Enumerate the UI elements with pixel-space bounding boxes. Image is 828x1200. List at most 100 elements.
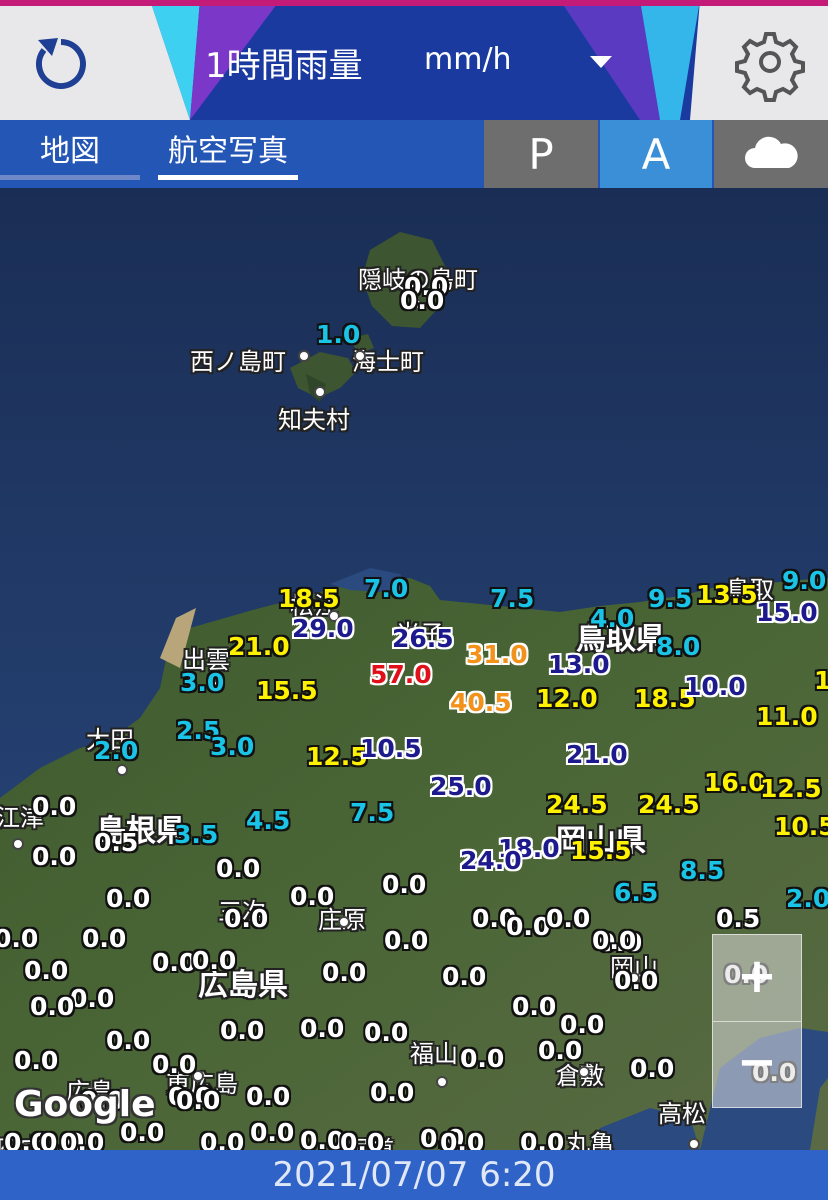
rainfall-value[interactable]: 3.5 xyxy=(174,820,218,849)
rainfall-value[interactable]: 11.5 xyxy=(814,666,828,695)
rainfall-value[interactable]: 9.0 xyxy=(782,566,826,595)
rainfall-value[interactable]: 26.5 xyxy=(392,624,454,653)
rainfall-value[interactable]: 0.0 xyxy=(300,1126,344,1150)
rainfall-value[interactable]: 0.5 xyxy=(94,828,138,857)
rainfall-value[interactable]: 21.0 xyxy=(228,632,290,661)
rainfall-value[interactable]: 31.0 xyxy=(466,640,528,669)
dropdown-caret-icon[interactable] xyxy=(590,56,612,68)
rainfall-value[interactable]: 24.0 xyxy=(460,846,522,875)
rainfall-value[interactable]: 10.5 xyxy=(360,734,422,763)
rainfall-value[interactable]: 0.0 xyxy=(224,904,268,933)
rainfall-value[interactable]: 0.0 xyxy=(630,1054,674,1083)
rainfall-value[interactable]: 0.0 xyxy=(216,854,260,883)
rainfall-value[interactable]: 0.0 xyxy=(440,1128,484,1150)
rainfall-value[interactable]: 0.0 xyxy=(200,1128,244,1150)
rainfall-value[interactable]: 0.5 xyxy=(716,904,760,933)
rainfall-value[interactable]: 0.0 xyxy=(32,792,76,821)
rainfall-value[interactable]: 7.5 xyxy=(490,584,534,613)
tab-aerial-photo[interactable]: 航空写真 xyxy=(158,120,298,188)
zoom-in-button[interactable]: + xyxy=(713,935,801,1022)
rainfall-value[interactable]: 8.0 xyxy=(656,632,700,661)
rainfall-value[interactable]: 8.5 xyxy=(680,856,724,885)
rainfall-value[interactable]: 9.5 xyxy=(648,584,692,613)
rainfall-value[interactable]: 11.0 xyxy=(756,702,818,731)
rainfall-value[interactable]: 0.0 xyxy=(60,1128,104,1150)
rainfall-value[interactable]: 0.0 xyxy=(152,1050,196,1079)
mode-p-button[interactable]: P xyxy=(484,120,598,188)
rainfall-value[interactable]: 0.0 xyxy=(340,1128,384,1150)
rainfall-value[interactable]: 25.0 xyxy=(430,772,492,801)
rainfall-value[interactable]: 0.0 xyxy=(300,1014,344,1043)
rainfall-value[interactable]: 57.0 xyxy=(370,660,432,689)
rainfall-value[interactable]: 40.5 xyxy=(450,688,512,717)
rainfall-value[interactable]: 0.0 xyxy=(106,884,150,913)
header-unit[interactable]: mm/h xyxy=(424,42,512,77)
rainfall-value[interactable]: 0.0 xyxy=(246,1082,290,1111)
rain-map[interactable]: 隠岐の島町西ノ島町海士町知夫村松江米子出雲大田江津三次庄原福山倉敷岡山高松広島東… xyxy=(0,188,828,1150)
rainfall-value[interactable]: 0.0 xyxy=(250,1118,294,1147)
rainfall-value[interactable]: 0.0 xyxy=(370,1078,414,1107)
rainfall-value[interactable]: 15.5 xyxy=(256,676,318,705)
rainfall-value[interactable]: 0.0 xyxy=(176,1086,220,1115)
header-title[interactable]: 1時間雨量 xyxy=(205,38,363,87)
rainfall-value[interactable]: 15.5 xyxy=(570,836,632,865)
rainfall-value[interactable]: 2.0 xyxy=(786,884,828,913)
rainfall-value[interactable]: 0.0 xyxy=(520,1128,564,1150)
refresh-button[interactable] xyxy=(14,14,108,108)
rainfall-value[interactable]: 0.0 xyxy=(70,984,114,1013)
rainfall-value[interactable]: 0.0 xyxy=(24,956,68,985)
rainfall-value[interactable]: 16.0 xyxy=(704,768,766,797)
rainfall-value[interactable]: 12.5 xyxy=(306,742,368,771)
rainfall-value[interactable]: 15.0 xyxy=(756,598,818,627)
rainfall-value[interactable]: 0.0 xyxy=(152,948,196,977)
rainfall-value[interactable]: 0.0 xyxy=(442,962,486,991)
rainfall-value[interactable]: 4.5 xyxy=(246,806,290,835)
rainfall-value[interactable]: 0.0 xyxy=(546,904,590,933)
rainfall-value[interactable]: 4.0 xyxy=(590,604,634,633)
rainfall-value[interactable]: 0.0 xyxy=(0,924,38,953)
rainfall-value[interactable]: 3.0 xyxy=(180,668,224,697)
rainfall-value[interactable]: 0.0 xyxy=(220,1016,264,1045)
rainfall-value[interactable]: 13.0 xyxy=(548,650,610,679)
rainfall-value[interactable]: 0.0 xyxy=(364,1018,408,1047)
rainfall-value[interactable]: 0.0 xyxy=(382,870,426,899)
rainfall-value[interactable]: 24.5 xyxy=(638,790,700,819)
rainfall-value[interactable]: 0.0 xyxy=(460,1044,504,1073)
rainfall-value[interactable]: 10.5 xyxy=(774,812,828,841)
tab-map[interactable]: 地図 xyxy=(0,120,140,188)
mode-a-button[interactable]: A xyxy=(600,120,712,188)
rainfall-value[interactable]: 0.0 xyxy=(192,946,236,975)
rainfall-value[interactable]: 0.0 xyxy=(384,926,428,955)
rainfall-value[interactable]: 0.0 xyxy=(82,924,126,953)
rainfall-value[interactable]: 12.5 xyxy=(760,774,822,803)
rainfall-value[interactable]: 0.0 xyxy=(400,286,444,315)
rainfall-value[interactable]: 10.0 xyxy=(684,672,746,701)
rainfall-value[interactable]: 21.0 xyxy=(566,740,628,769)
rainfall-value[interactable]: 13.5 xyxy=(696,580,758,609)
rainfall-value[interactable]: 1.0 xyxy=(316,320,360,349)
rainfall-value[interactable]: 0.0 xyxy=(538,1036,582,1065)
rainfall-value[interactable]: 0.0 xyxy=(560,1010,604,1039)
mode-cloud-button[interactable] xyxy=(714,120,828,188)
rainfall-value[interactable]: 12.0 xyxy=(536,684,598,713)
rainfall-value[interactable]: 0.0 xyxy=(512,992,556,1021)
rainfall-value[interactable]: 6.5 xyxy=(614,878,658,907)
rainfall-value[interactable]: 7.0 xyxy=(364,574,408,603)
rainfall-value[interactable]: 0.0 xyxy=(14,1046,58,1075)
settings-button[interactable] xyxy=(720,14,814,108)
rainfall-value[interactable]: 29.0 xyxy=(292,614,354,643)
rainfall-value[interactable]: 0.0 xyxy=(506,912,550,941)
zoom-out-button[interactable]: − xyxy=(713,1021,801,1107)
rainfall-value[interactable]: 24.5 xyxy=(546,790,608,819)
rainfall-value[interactable]: 0.0 xyxy=(614,966,658,995)
rainfall-value[interactable]: 18.5 xyxy=(278,584,340,613)
rainfall-value[interactable]: 0.0 xyxy=(592,926,636,955)
rainfall-value[interactable]: 0.0 xyxy=(106,1026,150,1055)
rainfall-value[interactable]: 0.0 xyxy=(30,992,74,1021)
rainfall-value[interactable]: 0.0 xyxy=(290,882,334,911)
rainfall-value[interactable]: 2.0 xyxy=(94,736,138,765)
rainfall-value[interactable]: 0.0 xyxy=(32,842,76,871)
rainfall-value[interactable]: 3.0 xyxy=(210,732,254,761)
rainfall-value[interactable]: 7.5 xyxy=(350,798,394,827)
rainfall-value[interactable]: 0.0 xyxy=(322,958,366,987)
